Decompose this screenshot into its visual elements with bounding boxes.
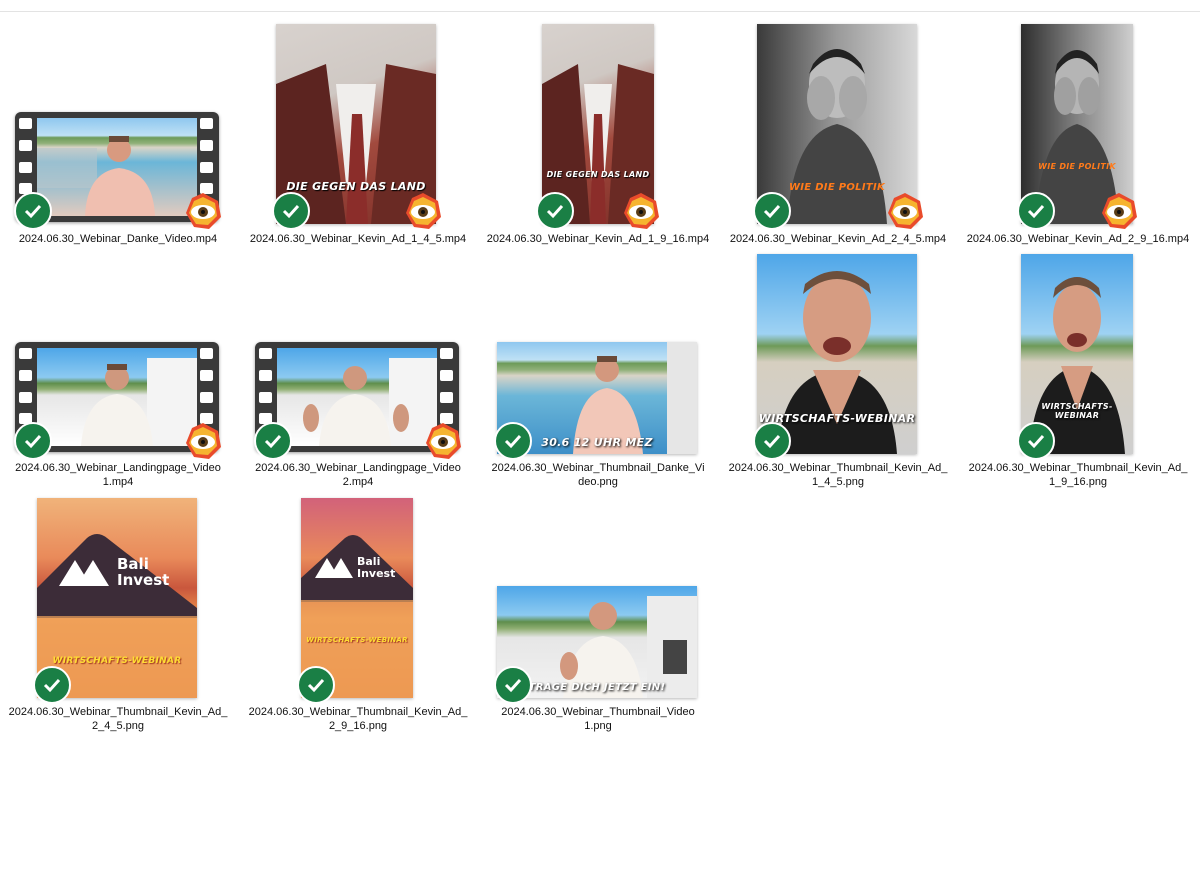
file-item[interactable]: WIE DIE POLITIK 2024.06.30_Webinar_Kevin… [726, 22, 950, 252]
green-check-icon [536, 192, 574, 230]
eye-icon [888, 193, 923, 229]
eye-icon [1102, 193, 1137, 229]
file-name: 2024.06.30_Webinar_Thumbnail_Kevin_Ad_ 1… [968, 462, 1188, 488]
brand-line-2: Invest [357, 567, 396, 580]
green-check-icon [753, 422, 791, 460]
file-item[interactable]: DIE GEGEN DAS LAND 2024.06.30_Webinar_Ke… [486, 22, 710, 252]
file-item[interactable]: 30.6 12 UHR MEZ 2024.06.30_Webinar_Thumb… [486, 252, 710, 488]
image-caption: WIRTSCHAFTS-WEBINAR [1041, 402, 1113, 420]
green-check-icon [1017, 192, 1055, 230]
video-thumbnail [277, 348, 437, 446]
top-divider [0, 11, 1200, 12]
file-name: 2024.06.30_Webinar_Thumbnail_Kevin_Ad_ 2… [248, 706, 468, 732]
eye-icon [406, 193, 441, 229]
eye-icon [186, 193, 221, 229]
file-name: 2024.06.30_Webinar_Landingpage_Video 1.m… [15, 462, 221, 488]
green-check-icon [14, 192, 52, 230]
image-caption: WIRTSCHAFTS-WEBINAR [758, 412, 916, 425]
file-item[interactable]: DIE GEGEN DAS LAND 2024.06.30_Webinar_Ke… [246, 22, 470, 252]
eye-icon [186, 423, 221, 459]
green-check-icon [33, 666, 71, 704]
file-name: 2024.06.30_Webinar_Kevin_Ad_2_4_5.mp4 [729, 233, 947, 245]
file-item[interactable]: 2024.06.30_Webinar_Landingpage_Video 1.m… [6, 252, 230, 488]
green-check-icon [753, 192, 791, 230]
video-caption: WIE DIE POLITIK [1038, 162, 1116, 171]
file-name: 2024.06.30_Webinar_Thumbnail_Video 1.png [501, 706, 695, 732]
file-name: 2024.06.30_Webinar_Thumbnail_Kevin_Ad_ 1… [728, 462, 948, 488]
video-caption: DIE GEGEN DAS LAND [546, 170, 650, 179]
video-thumbnail [37, 348, 197, 446]
green-check-icon [254, 422, 292, 460]
file-item[interactable]: Bali Invest WIRTSCHAFTS-WEBINAR 2024.06.… [246, 496, 470, 732]
file-name: 2024.06.30_Webinar_Thumbnail_Kevin_Ad_ 2… [8, 706, 228, 732]
file-item[interactable]: 2024.06.30_Webinar_Danke_Video.mp4 [6, 22, 230, 252]
file-item[interactable]: WIRTSCHAFTS-WEBINAR 2024.06.30_Webinar_T… [966, 252, 1190, 488]
file-name: 2024.06.30_Webinar_Kevin_Ad_1_4_5.mp4 [249, 233, 467, 245]
eye-icon [624, 193, 659, 229]
green-check-icon [1017, 422, 1055, 460]
file-item[interactable]: Bali Invest WIRTSCHAFTS-WEBINAR 2024.06.… [6, 496, 230, 732]
file-name: 2024.06.30_Webinar_Landingpage_Video 2.m… [255, 462, 461, 488]
file-item[interactable]: 2024.06.30_Webinar_Landingpage_Video 2.m… [246, 252, 470, 488]
green-check-icon [494, 666, 532, 704]
file-name: 2024.06.30_Webinar_Kevin_Ad_2_9_16.mp4 [966, 233, 1190, 245]
brand-line-2: Invest [117, 571, 170, 589]
file-item[interactable]: WIRTSCHAFTS-WEBINAR 2024.06.30_Webinar_T… [726, 252, 950, 488]
green-check-icon [494, 422, 532, 460]
video-thumbnail [37, 118, 197, 216]
image-caption: WIRTSCHAFTS-WEBINAR [306, 636, 408, 644]
file-name: 2024.06.30_Webinar_Danke_Video.mp4 [18, 233, 218, 245]
eye-icon [426, 423, 461, 459]
file-item[interactable]: TRAGE DICH JETZT EIN! 2024.06.30_Webinar… [486, 496, 710, 732]
image-caption: WIRTSCHAFTS-WEBINAR [52, 656, 182, 666]
green-check-icon [297, 666, 335, 704]
file-name: 2024.06.30_Webinar_Kevin_Ad_1_9_16.mp4 [486, 233, 710, 245]
brand-line-1: Bali [117, 555, 149, 573]
green-check-icon [272, 192, 310, 230]
file-name: 2024.06.30_Webinar_Thumbnail_Danke_Vi de… [491, 462, 705, 488]
green-check-icon [14, 422, 52, 460]
file-item[interactable]: WIE DIE POLITIK 2024.06.30_Webinar_Kevin… [966, 22, 1190, 252]
